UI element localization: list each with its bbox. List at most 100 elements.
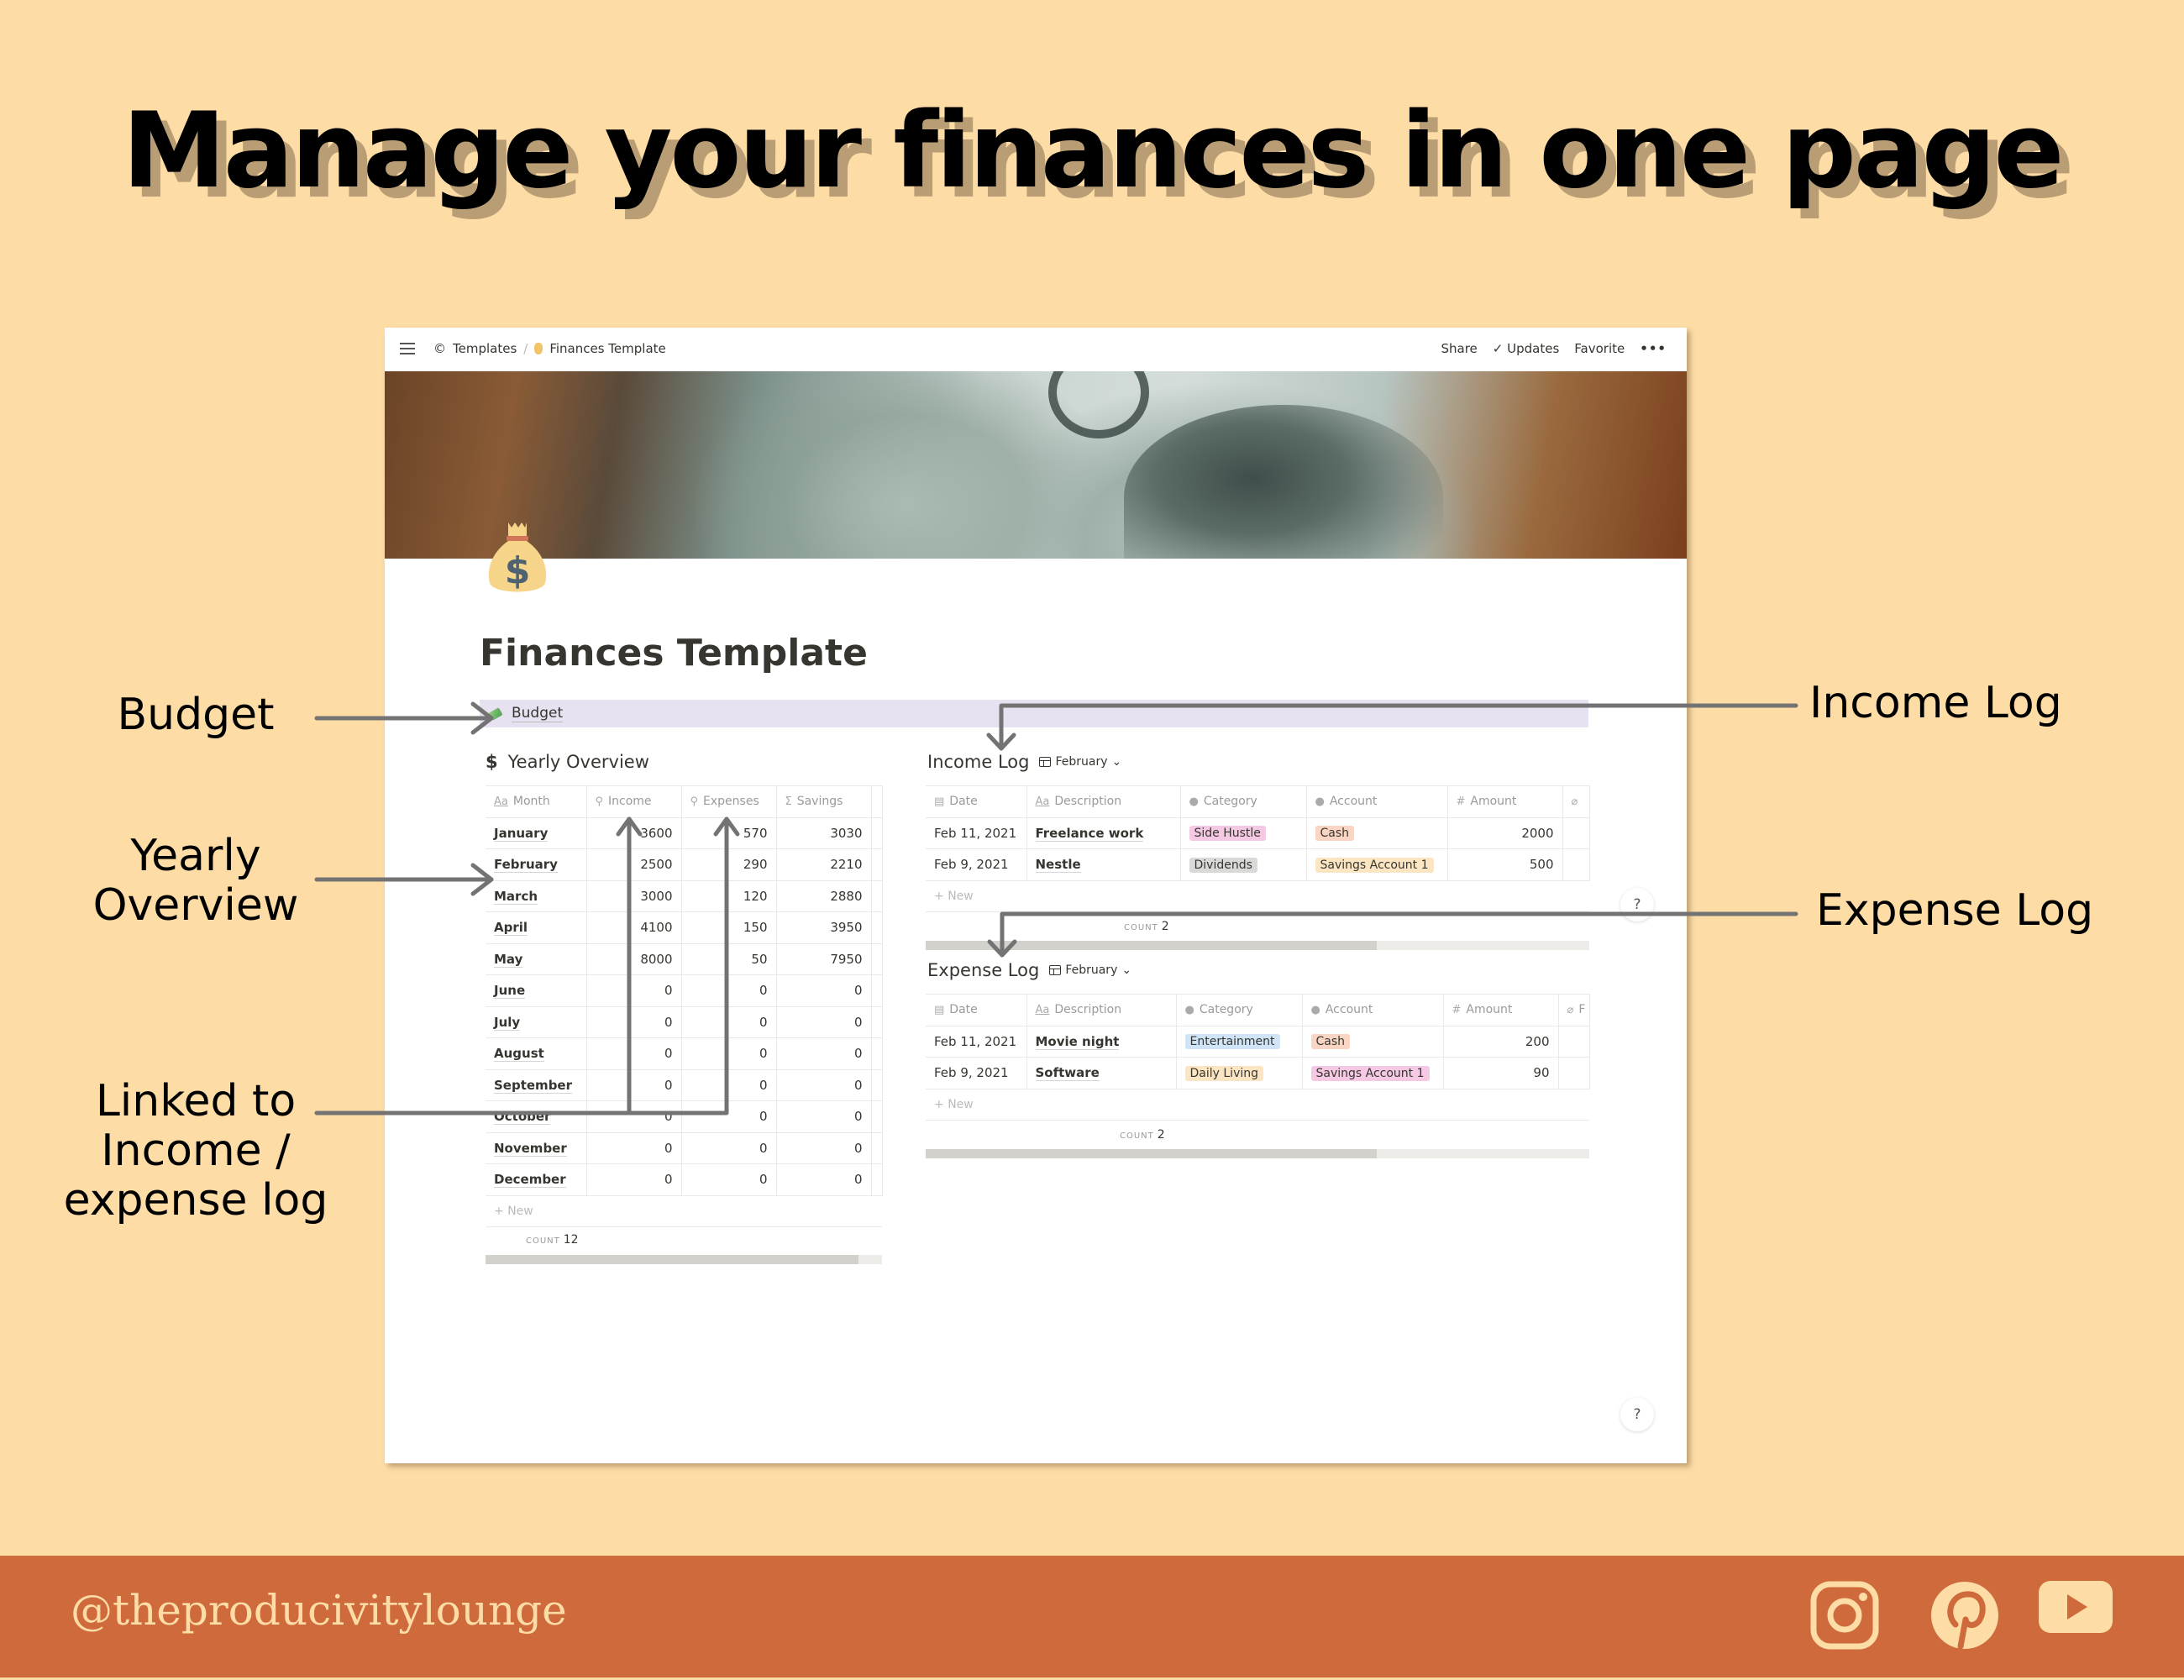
cell-income[interactable]: 0 <box>586 1068 682 1101</box>
cell-savings[interactable]: 0 <box>776 1100 872 1133</box>
new-row-button[interactable]: + New <box>926 879 1589 912</box>
cell-date[interactable]: Feb 9, 2021 <box>926 848 1027 881</box>
table-row[interactable]: July 0 0 0 <box>486 1005 883 1038</box>
cell-expenses[interactable]: 0 <box>681 1131 777 1164</box>
column-header-savings[interactable]: Σ Savings <box>776 785 872 818</box>
cell-month[interactable]: March <box>486 879 587 912</box>
cell-date[interactable]: Feb 11, 2021 <box>926 816 1027 849</box>
cell-income[interactable]: 8000 <box>586 942 682 975</box>
cell-expenses[interactable]: 0 <box>681 1100 777 1133</box>
cell-month[interactable]: October <box>486 1100 587 1133</box>
cell-expenses[interactable]: 0 <box>681 1037 777 1070</box>
table-row[interactable]: Feb 9, 2021 Software Daily Living Savings A… <box>926 1057 1590 1089</box>
cell-files[interactable] <box>1562 848 1590 881</box>
cell-account[interactable]: Savings Account 1 <box>1306 848 1448 881</box>
cell-income[interactable]: 3000 <box>586 879 682 912</box>
expense-log-scrollbar[interactable] <box>926 1149 1589 1158</box>
table-row[interactable]: June 0 0 0 <box>486 974 883 1007</box>
column-header-date[interactable]: ▤ Date <box>926 994 1027 1026</box>
column-header-month[interactable]: Aa Month <box>486 785 587 818</box>
more-icon[interactable]: ••• <box>1640 341 1667 356</box>
cell-savings[interactable]: 0 <box>776 1037 872 1070</box>
cell-income[interactable]: 3600 <box>586 816 682 849</box>
table-row[interactable]: October 0 0 0 <box>486 1100 883 1133</box>
updates-button[interactable]: ✓ Updates <box>1493 341 1559 356</box>
view-selector[interactable]: February ⌄ <box>1039 755 1121 769</box>
cell-expenses[interactable]: 120 <box>681 879 777 912</box>
menu-icon[interactable] <box>400 343 415 354</box>
new-row-button[interactable]: + New <box>926 1088 1589 1121</box>
table-row[interactable]: November 0 0 0 <box>486 1131 883 1164</box>
cell-month[interactable]: April <box>486 911 587 944</box>
cell-amount[interactable]: 200 <box>1443 1025 1559 1058</box>
cell-savings[interactable]: 7950 <box>776 942 872 975</box>
cell-expenses[interactable]: 50 <box>681 942 777 975</box>
column-header-expenses[interactable]: ⚲ Expenses <box>681 785 777 818</box>
pinterest-icon[interactable] <box>1930 1581 1999 1650</box>
cell-savings[interactable]: 2880 <box>776 879 872 912</box>
cell-savings[interactable]: 3030 <box>776 816 872 849</box>
money-bag-icon[interactable]: $ <box>483 519 552 596</box>
cell-expenses[interactable]: 570 <box>681 816 777 849</box>
cell-date[interactable]: Feb 11, 2021 <box>926 1025 1027 1058</box>
cell-account[interactable]: Cash <box>1302 1025 1444 1058</box>
column-header-amount[interactable]: # Amount <box>1447 785 1563 818</box>
cell-month[interactable]: January <box>486 816 587 849</box>
cell-category[interactable]: Entertainment <box>1176 1025 1303 1058</box>
table-row[interactable]: August 0 0 0 <box>486 1037 883 1070</box>
cell-month[interactable]: September <box>486 1068 587 1101</box>
share-button[interactable]: Share <box>1441 341 1478 356</box>
table-row[interactable]: Feb 11, 2021 Freelance work Side Hustle Cas… <box>926 816 1590 849</box>
cell-files[interactable] <box>1562 816 1590 849</box>
cell-month[interactable]: December <box>486 1163 587 1196</box>
table-row[interactable]: September 0 0 0 <box>486 1068 883 1101</box>
cell-income[interactable]: 0 <box>586 1163 682 1196</box>
cell-expenses[interactable]: 290 <box>681 848 777 881</box>
favorite-button[interactable]: Favorite <box>1574 341 1625 356</box>
column-header-files[interactable]: ⌀ <box>1562 785 1590 818</box>
breadcrumb-templates[interactable]: Templates <box>453 341 517 356</box>
cell-month[interactable]: August <box>486 1037 587 1070</box>
table-row[interactable]: February 2500 290 2210 <box>486 848 883 881</box>
cell-month[interactable]: May <box>486 942 587 975</box>
column-header-account[interactable]: ● Account <box>1302 994 1444 1026</box>
cell-savings[interactable]: 2210 <box>776 848 872 881</box>
cell-income[interactable]: 0 <box>586 1131 682 1164</box>
cell-month[interactable]: February <box>486 848 587 881</box>
cell-income[interactable]: 4100 <box>586 911 682 944</box>
cell-expenses[interactable]: 0 <box>681 974 777 1007</box>
cell-income[interactable]: 2500 <box>586 848 682 881</box>
social-handle[interactable]: @theproducivitylounge <box>71 1586 567 1635</box>
cell-account[interactable]: Savings Account 1 <box>1302 1057 1444 1089</box>
budget-link[interactable]: Budget <box>480 700 1588 727</box>
column-header-amount[interactable]: # Amount <box>1443 994 1559 1026</box>
cell-account[interactable]: Cash <box>1306 816 1448 849</box>
table-row[interactable]: December 0 0 0 <box>486 1163 883 1196</box>
cell-savings[interactable]: 0 <box>776 1131 872 1164</box>
cell-expenses[interactable]: 0 <box>681 1163 777 1196</box>
scrollbar-thumb[interactable] <box>926 1149 1378 1158</box>
table-row[interactable]: April 4100 150 3950 <box>486 911 883 944</box>
cell-amount[interactable]: 90 <box>1443 1057 1559 1089</box>
cell-files[interactable] <box>1558 1025 1590 1058</box>
new-row[interactable]: + New <box>926 879 1589 912</box>
table-row[interactable]: Feb 11, 2021 Movie night Entertainment Cash… <box>926 1025 1590 1058</box>
cell-expenses[interactable]: 0 <box>681 1068 777 1101</box>
cell-savings[interactable]: 0 <box>776 974 872 1007</box>
view-selector[interactable]: February ⌄ <box>1049 963 1131 977</box>
column-header-category[interactable]: ● Category <box>1180 785 1307 818</box>
cell-description[interactable]: Nestle <box>1026 848 1181 881</box>
cell-files[interactable] <box>1558 1057 1590 1089</box>
new-row[interactable]: + New <box>926 1088 1589 1121</box>
column-header-category[interactable]: ● Category <box>1176 994 1303 1026</box>
cell-description[interactable]: Freelance work <box>1026 816 1181 849</box>
cell-savings[interactable]: 0 <box>776 1068 872 1101</box>
help-button[interactable]: ? <box>1620 1398 1654 1431</box>
new-row[interactable]: + New <box>486 1194 882 1227</box>
new-row-button[interactable]: + New <box>486 1194 882 1227</box>
column-header-date[interactable]: ▤ Date <box>926 785 1027 818</box>
scrollbar-thumb[interactable] <box>926 941 1378 950</box>
cell-month[interactable]: July <box>486 1005 587 1038</box>
cell-savings[interactable]: 3950 <box>776 911 872 944</box>
cell-savings[interactable]: 0 <box>776 1163 872 1196</box>
